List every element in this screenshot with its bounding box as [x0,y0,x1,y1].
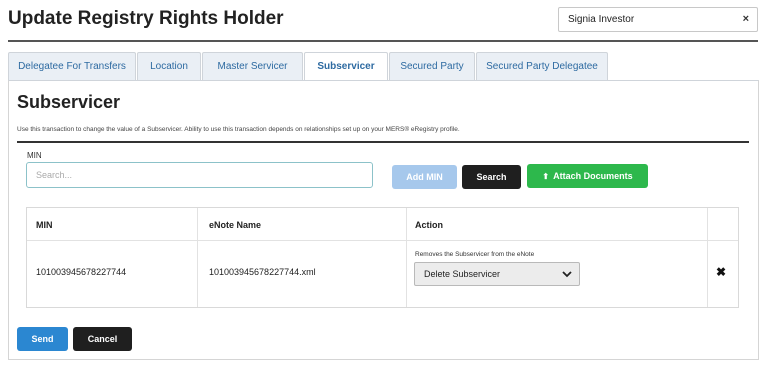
remove-icon[interactable]: ✖ [716,265,726,279]
title-divider [8,40,758,42]
min-search-input[interactable] [26,162,373,188]
min-table: MIN eNote Name Action 101003945678227744… [26,207,739,308]
send-button[interactable]: Send [17,327,68,351]
tab-location[interactable]: Location [137,52,201,80]
column-header-min: MIN [36,220,53,230]
attach-documents-label: Attach Documents [553,171,633,181]
section-title: Subservicer [17,92,121,112]
investor-select-value: Signia Investor [568,14,635,25]
chevron-down-icon [562,271,572,278]
column-divider [707,208,708,307]
column-divider [197,208,198,307]
column-header-enote-name: eNote Name [209,220,262,230]
tab-secured-party[interactable]: Secured Party [389,52,475,80]
help-text: Use this transaction to change the value… [17,126,460,133]
min-label: MIN [27,151,42,160]
page-title: Update Registry Rights Holder [8,8,284,29]
column-header-action: Action [415,220,443,230]
action-select[interactable]: Delete Subservicer [414,262,580,286]
tab-secured-party-delegatee[interactable]: Secured Party Delegatee [476,52,608,80]
section-divider [17,141,749,143]
tab-master-servicer[interactable]: Master Servicer [202,52,303,80]
add-min-button[interactable]: Add MIN [392,165,457,189]
action-select-value: Delete Subservicer [424,269,501,279]
search-button[interactable]: Search [462,165,521,189]
cancel-button[interactable]: Cancel [73,327,132,351]
upload-icon: ⬆ [542,172,550,181]
row-min-value: 101003945678227744 [36,267,127,277]
attach-documents-button[interactable]: ⬆ Attach Documents [527,164,648,188]
tab-delegatee-for-transfers[interactable]: Delegatee For Transfers [8,52,136,80]
row-enote-name: 101003945678227744.xml [209,267,316,277]
tab-subservicer[interactable]: Subservicer [304,52,388,81]
action-hint: Removes the Subservicer from the eNote [415,251,535,258]
column-divider [406,208,407,307]
clear-icon[interactable]: × [743,13,749,25]
investor-select[interactable]: Signia Investor × [558,7,758,32]
header-divider [27,240,738,241]
